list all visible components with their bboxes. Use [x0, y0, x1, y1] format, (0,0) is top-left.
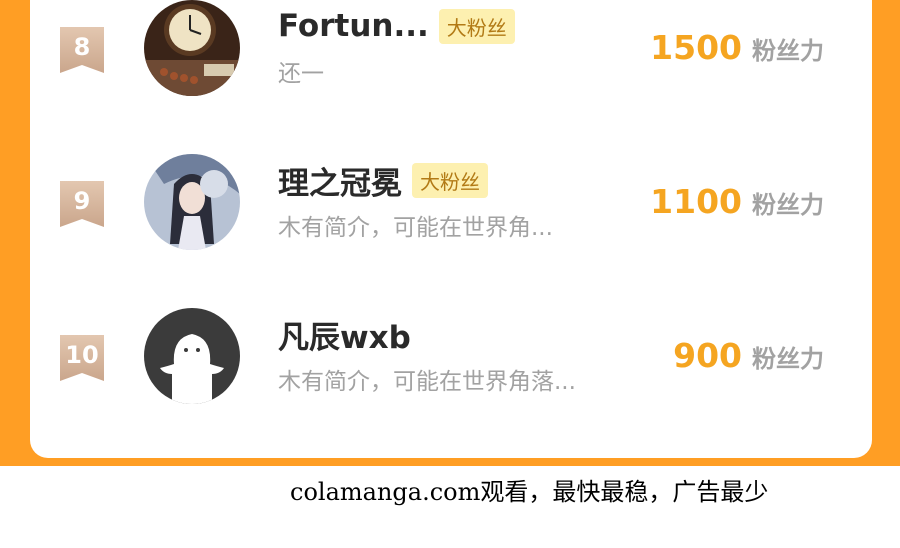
- leaderboard-frame: 8 Fortun... 大粉丝 还一 1500 粉丝力 9 理之冠冕 大粉丝 木…: [0, 0, 900, 466]
- points-unit: 粉丝力: [752, 37, 824, 65]
- rank-number: 9: [73, 187, 91, 215]
- fan-points: 1100 粉丝力: [650, 182, 824, 221]
- points-unit: 粉丝力: [752, 345, 824, 373]
- user-bio: 木有简介，可能在世界角...: [278, 215, 553, 241]
- user-bio: 木有简介，可能在世界角落...: [278, 369, 576, 395]
- points-value: 900: [673, 336, 742, 375]
- user-bio: 还一: [278, 61, 324, 87]
- points-value: 1500: [650, 28, 742, 67]
- fan-level-badge: 大粉丝: [412, 162, 488, 198]
- user-name[interactable]: 理之冠冕: [278, 158, 402, 203]
- rank-ribbon: 10: [60, 335, 104, 381]
- clock-photo-avatar[interactable]: [144, 0, 240, 96]
- fan-level-badge: 大粉丝: [438, 8, 515, 44]
- rank-number: 8: [73, 33, 91, 61]
- rank-ribbon: 9: [60, 181, 104, 227]
- leaderboard-row[interactable]: 8 Fortun... 大粉丝 还一 1500 粉丝力: [30, 0, 872, 110]
- points-value: 1100: [650, 182, 742, 221]
- user-name[interactable]: Fortun...: [278, 8, 429, 44]
- fan-points: 900 粉丝力: [673, 336, 824, 375]
- leaderboard-row[interactable]: 9 理之冠冕 大粉丝 木有简介，可能在世界角... 1100 粉丝力: [30, 154, 872, 264]
- watermark-text: colamanga.com观看，最快最稳，广告最少: [290, 478, 769, 506]
- default-user-avatar[interactable]: [144, 308, 240, 404]
- anime-girl-avatar[interactable]: [144, 154, 240, 250]
- user-name[interactable]: 凡辰wxb: [278, 312, 411, 357]
- leaderboard-row[interactable]: 10 凡辰wxb 木有简介，可能在世界角落... 900 粉丝力: [30, 308, 872, 418]
- fan-points: 1500 粉丝力: [650, 28, 824, 67]
- leaderboard-card: 8 Fortun... 大粉丝 还一 1500 粉丝力 9 理之冠冕 大粉丝 木…: [30, 0, 872, 458]
- rank-ribbon: 8: [60, 27, 104, 73]
- rank-number: 10: [65, 341, 99, 369]
- points-unit: 粉丝力: [752, 191, 824, 219]
